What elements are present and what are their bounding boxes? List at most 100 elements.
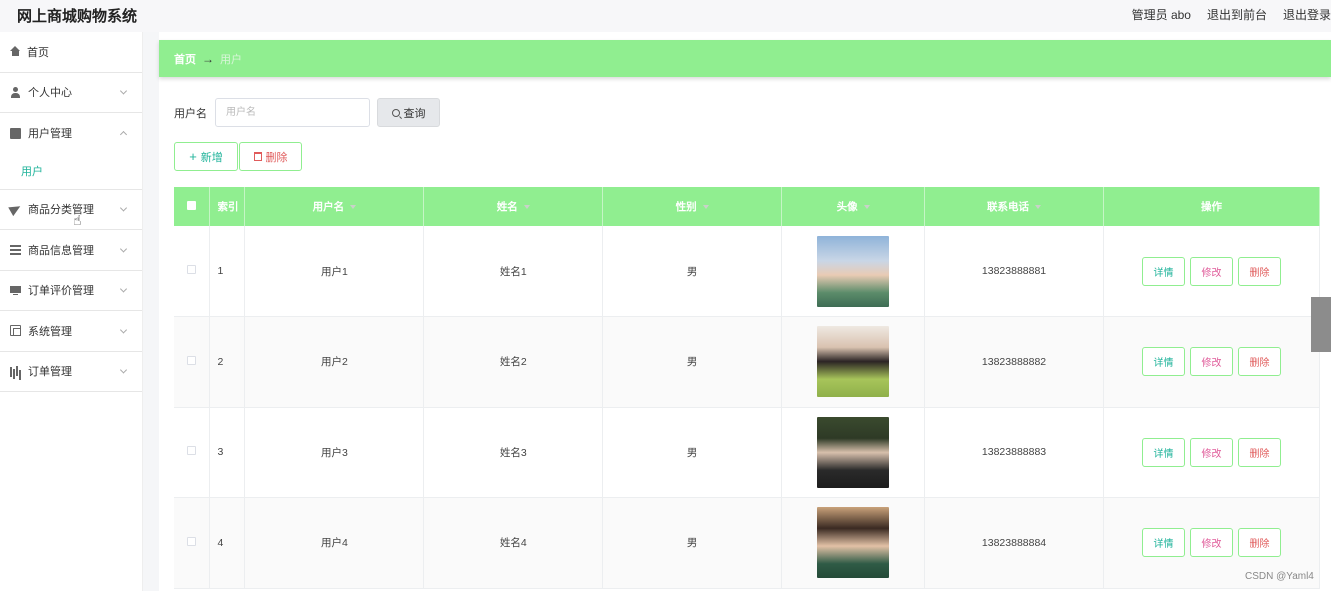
row-checkbox[interactable] bbox=[187, 265, 197, 274]
column-header-label: 姓名 bbox=[496, 201, 518, 213]
sort-icon[interactable] bbox=[863, 205, 870, 210]
sidebar-item-label: 首页 bbox=[27, 46, 49, 59]
sidebar-item-label: 个人中心 bbox=[28, 87, 72, 100]
row-checkbox[interactable] bbox=[187, 536, 197, 546]
batch-delete-button[interactable]: 删除 bbox=[239, 142, 302, 171]
select-all-checkbox[interactable] bbox=[187, 200, 197, 210]
cell-username: 用户2 bbox=[244, 316, 425, 408]
sort-icon[interactable] bbox=[702, 205, 709, 210]
cell-username: 用户4 bbox=[244, 497, 425, 589]
row-select-cell bbox=[174, 407, 211, 498]
column-header-avatar[interactable]: 头像 bbox=[781, 187, 926, 226]
search-icon bbox=[391, 108, 400, 117]
sidebar-subitem-users[interactable]: 用户 bbox=[0, 154, 142, 190]
cell-avatar bbox=[781, 226, 926, 317]
cell-actions: 详情 修改 删除 bbox=[1103, 407, 1320, 498]
avatar-image bbox=[817, 507, 890, 579]
row-select-cell bbox=[174, 497, 211, 589]
cell-phone: 13823888883 bbox=[924, 407, 1104, 498]
plus-icon: + bbox=[189, 149, 197, 164]
table-row: 3 用户3 姓名3 男 13823888883 详情 修改 删除 bbox=[174, 407, 1320, 498]
sidebar-item-label: 商品分类管理 bbox=[28, 204, 94, 217]
search-row: 用户名 查询 bbox=[174, 98, 440, 127]
cell-gender: 男 bbox=[602, 316, 783, 408]
username-search-input[interactable] bbox=[215, 98, 370, 127]
edit-button[interactable]: 修改 bbox=[1190, 528, 1233, 558]
chevron-down-icon bbox=[119, 204, 128, 212]
cell-name: 姓名2 bbox=[423, 316, 604, 408]
detail-button[interactable]: 详情 bbox=[1142, 528, 1185, 558]
send-icon bbox=[8, 202, 23, 217]
copy-icon bbox=[10, 325, 21, 337]
column-header-label: 性别 bbox=[675, 201, 697, 213]
cell-index: 4 bbox=[209, 497, 246, 589]
search-button[interactable]: 查询 bbox=[377, 98, 440, 127]
column-header-index: 索引 bbox=[209, 187, 246, 226]
search-label: 用户名 bbox=[174, 107, 207, 120]
breadcrumb-current: 用户 bbox=[220, 53, 242, 66]
column-header-actions: 操作 bbox=[1103, 187, 1320, 226]
edit-button[interactable]: 修改 bbox=[1190, 256, 1233, 286]
user-table: 索引 用户名 姓名 性别 头像 联系电话 操作 1 用户1 姓名1 男 1382… bbox=[174, 187, 1320, 589]
delete-button[interactable]: 删除 bbox=[1238, 528, 1281, 558]
cell-gender: 男 bbox=[602, 497, 783, 589]
sidebar-item-label: 订单管理 bbox=[28, 366, 72, 379]
add-button[interactable]: + 新增 bbox=[174, 142, 238, 171]
avatar-image bbox=[817, 235, 890, 307]
column-header-gender[interactable]: 性别 bbox=[602, 187, 783, 226]
scrollbar-thumb[interactable] bbox=[1311, 297, 1331, 352]
detail-button[interactable]: 详情 bbox=[1142, 437, 1185, 467]
cell-index: 3 bbox=[209, 407, 246, 498]
sidebar-item-review-management[interactable]: 订单评价管理 bbox=[0, 271, 142, 311]
column-header-label: 头像 bbox=[836, 201, 858, 213]
list-icon bbox=[10, 244, 21, 255]
delete-button-label: 删除 bbox=[265, 151, 288, 164]
detail-button[interactable]: 详情 bbox=[1142, 347, 1185, 377]
sidebar-item-category-management[interactable]: 商品分类管理 bbox=[0, 190, 142, 230]
breadcrumb: 首页 → 用户 bbox=[159, 40, 1331, 77]
table-row: 4 用户4 姓名4 男 13823888884 详情 修改 删除 bbox=[174, 497, 1320, 589]
sidebar-item-label: 用户管理 bbox=[28, 128, 72, 141]
table-header-row: 索引 用户名 姓名 性别 头像 联系电话 操作 bbox=[174, 187, 1320, 226]
logout-link[interactable]: 退出登录 bbox=[1283, 6, 1331, 23]
sort-icon[interactable] bbox=[350, 205, 357, 210]
edit-button[interactable]: 修改 bbox=[1190, 347, 1233, 377]
sort-icon[interactable] bbox=[1035, 205, 1042, 210]
detail-button[interactable]: 详情 bbox=[1142, 256, 1185, 286]
sidebar-item-user-management[interactable]: 用户管理 bbox=[0, 113, 142, 154]
chevron-down-icon bbox=[119, 366, 128, 374]
cell-name: 姓名4 bbox=[423, 497, 604, 589]
sidebar: 首页 个人中心 用户管理 用户 商品分类管理 商品信息管理 订单评价管理 系统管… bbox=[0, 32, 143, 591]
edit-button[interactable]: 修改 bbox=[1190, 437, 1233, 467]
current-user: 管理员 abo bbox=[1131, 8, 1191, 22]
delete-button[interactable]: 删除 bbox=[1238, 437, 1281, 467]
search-button-label: 查询 bbox=[403, 107, 426, 120]
sidebar-item-order-management[interactable]: 订单管理 bbox=[0, 352, 142, 392]
cell-phone: 13823888881 bbox=[924, 226, 1104, 317]
chevron-up-icon bbox=[119, 131, 128, 139]
sidebar-item-label: 订单评价管理 bbox=[28, 285, 94, 298]
select-all-header[interactable] bbox=[174, 187, 211, 226]
cell-username: 用户1 bbox=[244, 226, 425, 317]
column-header-phone[interactable]: 联系电话 bbox=[924, 187, 1104, 226]
column-header-username[interactable]: 用户名 bbox=[244, 187, 425, 226]
sidebar-item-personal-center[interactable]: 个人中心 bbox=[0, 73, 142, 113]
row-checkbox[interactable] bbox=[187, 446, 197, 456]
row-checkbox[interactable] bbox=[187, 355, 197, 365]
column-header-label: 用户名 bbox=[312, 201, 345, 213]
top-links: 管理员 abo 退出到前台 退出登录 bbox=[1116, 6, 1331, 23]
arrow-right-icon: → bbox=[202, 51, 214, 66]
sidebar-item-product-management[interactable]: 商品信息管理 bbox=[0, 230, 142, 271]
breadcrumb-home[interactable]: 首页 bbox=[174, 51, 196, 67]
column-header-name[interactable]: 姓名 bbox=[423, 187, 604, 226]
back-to-front-link[interactable]: 退出到前台 bbox=[1207, 6, 1267, 23]
cell-actions: 详情 修改 删除 bbox=[1103, 226, 1320, 317]
sort-icon[interactable] bbox=[523, 205, 530, 210]
sidebar-item-system-management[interactable]: 系统管理 bbox=[0, 311, 142, 352]
cell-username: 用户3 bbox=[244, 407, 425, 498]
box-icon bbox=[10, 127, 21, 139]
delete-button[interactable]: 删除 bbox=[1238, 347, 1281, 377]
delete-button[interactable]: 删除 bbox=[1238, 256, 1281, 286]
sidebar-item-home[interactable]: 首页 bbox=[0, 32, 142, 73]
cell-avatar bbox=[781, 407, 926, 498]
